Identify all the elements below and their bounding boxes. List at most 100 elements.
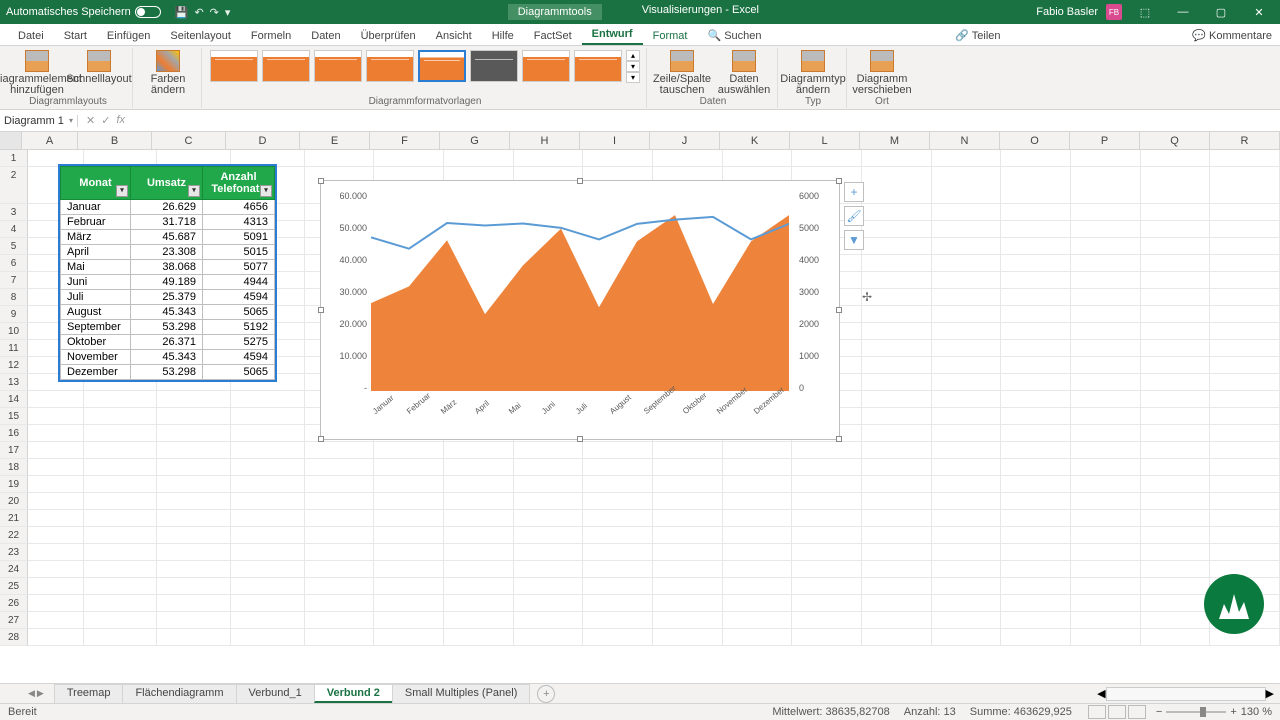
col-header[interactable]: M xyxy=(860,132,930,149)
chart-object[interactable]: 60.00050.00040.00030.00020.00010.000- 60… xyxy=(320,180,840,440)
col-header[interactable]: J xyxy=(650,132,720,149)
table-row[interactable]: Juni49.1894944 xyxy=(61,275,275,290)
col-header[interactable]: C xyxy=(152,132,226,149)
chart-elements-icon[interactable]: + xyxy=(844,182,864,202)
chart-style-5[interactable] xyxy=(418,50,466,82)
row-header[interactable]: 28 xyxy=(0,629,28,646)
table-row[interactable]: September53.2985192 xyxy=(61,320,275,335)
tab-daten[interactable]: Daten xyxy=(301,27,350,45)
filter-icon[interactable]: ▾ xyxy=(116,185,128,197)
row-header[interactable]: 25 xyxy=(0,578,28,595)
hscroll-right-icon[interactable]: ▶ xyxy=(1266,687,1274,700)
row-header[interactable]: 10 xyxy=(0,323,28,340)
zoom-in-icon[interactable]: + xyxy=(1230,706,1236,718)
col-header[interactable]: B xyxy=(78,132,152,149)
close-icon[interactable]: ✕ xyxy=(1244,6,1274,19)
tab-formeln[interactable]: Formeln xyxy=(241,27,301,45)
table-row[interactable]: Juli25.3794594 xyxy=(61,290,275,305)
tab-datei[interactable]: Datei xyxy=(8,27,54,45)
row-header[interactable]: 17 xyxy=(0,442,28,459)
hscroll-left-icon[interactable]: ◀ xyxy=(1097,687,1105,700)
table-row[interactable]: Januar26.6294656 xyxy=(61,200,275,215)
row-header[interactable]: 9 xyxy=(0,306,28,323)
col-header[interactable]: I xyxy=(580,132,650,149)
chart-y-axis-left[interactable]: 60.00050.00040.00030.00020.00010.000- xyxy=(327,191,367,393)
user-name[interactable]: Fabio Basler xyxy=(1036,6,1098,18)
quick-layout-button[interactable]: Schnelllayout xyxy=(70,48,128,85)
row-header[interactable]: 18 xyxy=(0,459,28,476)
row-headers[interactable]: 1234567891011121314151617181920212223242… xyxy=(0,150,28,646)
add-chart-element-button[interactable]: Diagrammelement hinzufügen xyxy=(8,48,66,96)
col-header[interactable]: A xyxy=(22,132,78,149)
tab-start[interactable]: Start xyxy=(54,27,97,45)
sheet-tab[interactable]: Flächendiagramm xyxy=(122,684,236,703)
select-data-button[interactable]: Daten auswählen xyxy=(715,48,773,96)
tab-entwurf[interactable]: Entwurf xyxy=(582,25,643,45)
filter-icon[interactable]: ▾ xyxy=(188,185,200,197)
sheet-nav-prev-icon[interactable]: ◀ xyxy=(28,688,35,699)
table-row[interactable]: August45.3435065 xyxy=(61,305,275,320)
ribbon-options-icon[interactable]: ⬚ xyxy=(1130,6,1160,19)
change-colors-button[interactable]: Farben ändern xyxy=(139,48,197,96)
cancel-formula-icon[interactable]: ✕ xyxy=(86,114,95,127)
filter-icon[interactable]: ▾ xyxy=(260,185,272,197)
row-header[interactable]: 23 xyxy=(0,544,28,561)
row-header[interactable]: 20 xyxy=(0,493,28,510)
save-icon[interactable]: 💾 xyxy=(175,6,189,19)
avatar[interactable]: FB xyxy=(1106,4,1122,20)
row-header[interactable]: 4 xyxy=(0,221,28,238)
chart-style-2[interactable] xyxy=(262,50,310,82)
sheet-nav-next-icon[interactable]: ▶ xyxy=(37,688,44,699)
row-header[interactable]: 24 xyxy=(0,561,28,578)
row-header[interactable]: 27 xyxy=(0,612,28,629)
col-header[interactable]: H xyxy=(510,132,580,149)
zoom-level[interactable]: 130 % xyxy=(1241,706,1272,718)
add-sheet-button[interactable]: + xyxy=(537,685,555,703)
fx-icon[interactable]: fx xyxy=(116,114,125,127)
row-header[interactable]: 11 xyxy=(0,340,28,357)
row-header[interactable]: 5 xyxy=(0,238,28,255)
col-header[interactable]: K xyxy=(720,132,790,149)
row-header[interactable]: 14 xyxy=(0,391,28,408)
table-row[interactable]: Oktober26.3715275 xyxy=(61,335,275,350)
chart-style-4[interactable] xyxy=(366,50,414,82)
data-table[interactable]: Monat▾Umsatz▾Anzahl Telefonate▾Januar26.… xyxy=(58,164,277,382)
chart-x-axis[interactable]: JanuarFebruarMärzAprilMaiJuniJuliAugustS… xyxy=(371,395,789,433)
comments-button[interactable]: 💬 Kommentare xyxy=(1184,26,1280,45)
select-all-corner[interactable] xyxy=(0,132,22,149)
view-normal-icon[interactable] xyxy=(1088,705,1106,719)
table-header[interactable]: Anzahl Telefonate▾ xyxy=(203,167,275,200)
gallery-down-icon[interactable]: ▾ xyxy=(626,61,640,72)
row-header[interactable]: 22 xyxy=(0,527,28,544)
chart-style-6[interactable] xyxy=(470,50,518,82)
worksheet-grid[interactable]: 1234567891011121314151617181920212223242… xyxy=(0,150,1280,674)
table-row[interactable]: Dezember53.2985065 xyxy=(61,365,275,380)
row-header[interactable]: 13 xyxy=(0,374,28,391)
col-header[interactable]: N xyxy=(930,132,1000,149)
table-row[interactable]: November45.3434594 xyxy=(61,350,275,365)
tab-überprüfen[interactable]: Überprüfen xyxy=(351,27,426,45)
tab-einfügen[interactable]: Einfügen xyxy=(97,27,160,45)
tab-format[interactable]: Format xyxy=(643,27,698,45)
chart-plot-area[interactable] xyxy=(371,193,789,391)
row-header[interactable]: 8 xyxy=(0,289,28,306)
row-header[interactable]: 15 xyxy=(0,408,28,425)
name-box[interactable]: Diagramm 1▾ xyxy=(0,115,78,127)
table-row[interactable]: April23.3085015 xyxy=(61,245,275,260)
table-row[interactable]: Mai38.0685077 xyxy=(61,260,275,275)
col-header[interactable]: E xyxy=(300,132,370,149)
zoom-slider[interactable] xyxy=(1166,711,1226,713)
sheet-tab[interactable]: Verbund 2 xyxy=(314,684,393,703)
col-header[interactable]: R xyxy=(1210,132,1280,149)
table-row[interactable]: Februar31.7184313 xyxy=(61,215,275,230)
tab-hilfe[interactable]: Hilfe xyxy=(482,27,524,45)
share-button[interactable]: 🔗 Teilen xyxy=(947,26,1008,45)
row-header[interactable]: 16 xyxy=(0,425,28,442)
view-page-break-icon[interactable] xyxy=(1128,705,1146,719)
chart-style-8[interactable] xyxy=(574,50,622,82)
col-header[interactable]: G xyxy=(440,132,510,149)
switch-row-column-button[interactable]: Zeile/Spalte tauschen xyxy=(653,48,711,96)
col-header[interactable]: P xyxy=(1070,132,1140,149)
qat-more-icon[interactable]: ▾ xyxy=(225,6,231,19)
sheet-tab[interactable]: Verbund_1 xyxy=(236,684,315,703)
